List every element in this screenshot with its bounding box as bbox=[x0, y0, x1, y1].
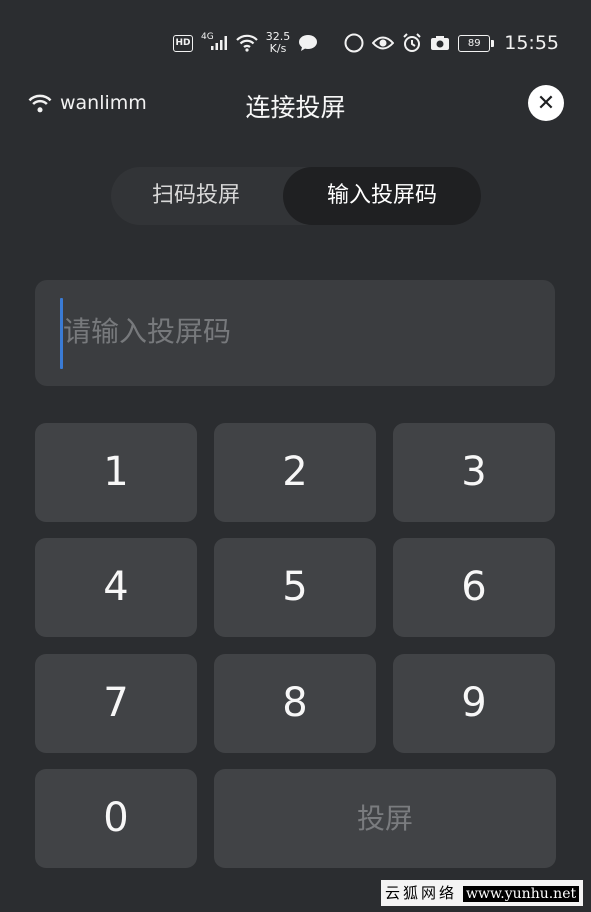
key-2[interactable]: 2 bbox=[214, 423, 376, 522]
key-0[interactable]: 0 bbox=[35, 769, 197, 868]
close-button[interactable]: ✕ bbox=[528, 85, 564, 121]
key-4[interactable]: 4 bbox=[35, 538, 197, 637]
watermark-brand: 云狐网络 bbox=[385, 884, 458, 902]
watermark: 云狐网络 www.yunhu.net bbox=[381, 880, 583, 906]
hd-badge: HD bbox=[173, 34, 194, 52]
network-type: 4G bbox=[201, 32, 214, 42]
cast-button[interactable]: 投屏 bbox=[214, 769, 556, 868]
message-icon bbox=[298, 34, 318, 52]
cellular-signal-icon: 4G bbox=[201, 32, 228, 51]
alarm-icon bbox=[402, 33, 422, 53]
cast-code-placeholder: 请输入投屏码 bbox=[63, 315, 232, 348]
camera-icon bbox=[430, 35, 450, 51]
status-icons: HD 4G 32.5 K/s 89 15:55 bbox=[173, 30, 559, 56]
battery-icon: 89 bbox=[458, 34, 495, 52]
eye-comfort-icon bbox=[372, 35, 395, 51]
nfc-icon bbox=[344, 33, 364, 53]
key-7[interactable]: 7 bbox=[35, 654, 197, 753]
key-6[interactable]: 6 bbox=[393, 538, 555, 637]
clock: 15:55 bbox=[504, 32, 559, 54]
cast-code-input[interactable]: 请输入投屏码 bbox=[35, 280, 555, 386]
watermark-url: www.yunhu.net bbox=[463, 886, 580, 902]
header: wanlimm 连接投屏 ✕ bbox=[0, 80, 591, 136]
key-9[interactable]: 9 bbox=[393, 654, 555, 753]
tab-enter-code[interactable]: 输入投屏码 bbox=[283, 167, 481, 225]
key-1[interactable]: 1 bbox=[35, 423, 197, 522]
wifi-status-icon bbox=[235, 34, 258, 52]
key-3[interactable]: 3 bbox=[393, 423, 555, 522]
key-8[interactable]: 8 bbox=[214, 654, 376, 753]
key-5[interactable]: 5 bbox=[214, 538, 376, 637]
cast-mode-tabs: 扫码投屏 输入投屏码 bbox=[111, 167, 481, 225]
speed-unit: K/s bbox=[269, 42, 287, 55]
close-icon: ✕ bbox=[536, 90, 556, 116]
network-speed: 32.5 K/s bbox=[266, 31, 291, 55]
tab-scan-code[interactable]: 扫码投屏 bbox=[111, 167, 281, 225]
page-title: 连接投屏 bbox=[245, 93, 346, 122]
status-bar: HD 4G 32.5 K/s 89 15:55 bbox=[0, 0, 591, 80]
